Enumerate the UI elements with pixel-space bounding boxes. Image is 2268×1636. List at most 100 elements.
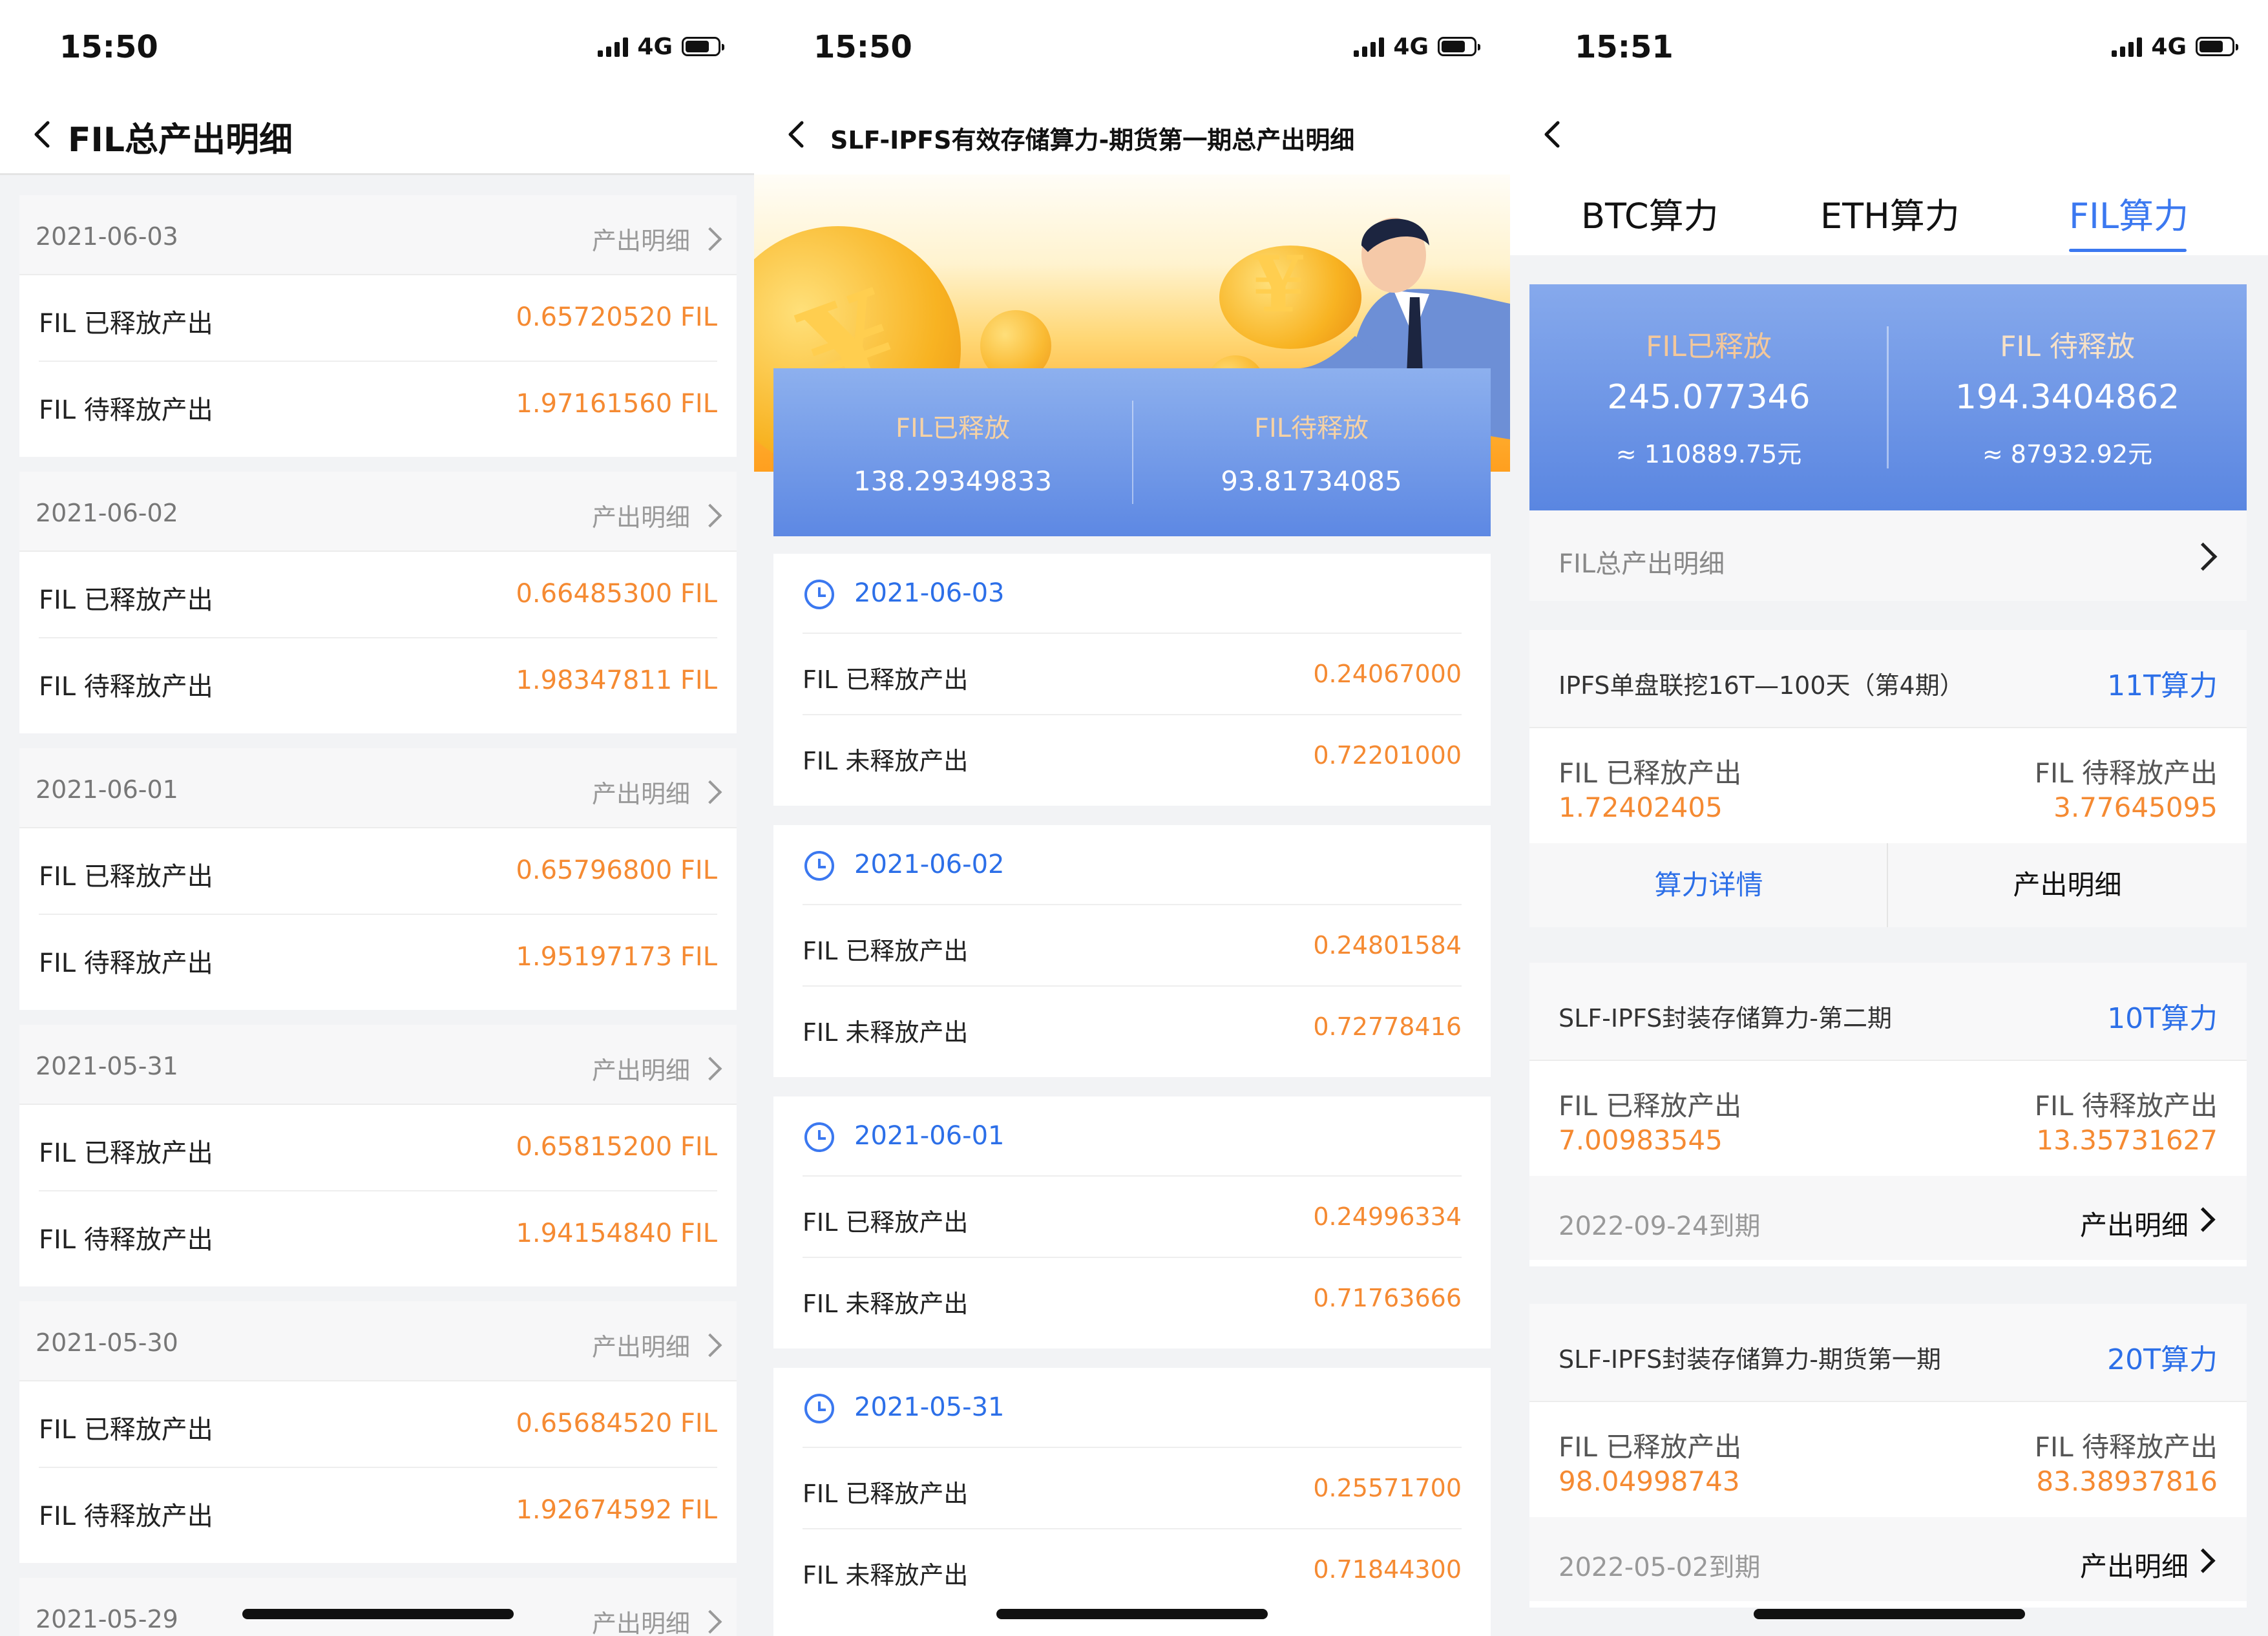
tab-bar: BTC算力 ETH算力 FIL算力 (1510, 174, 2268, 255)
output-detail-link[interactable]: 产出明细 (592, 1051, 722, 1086)
day-card: 2021-05-29 产出明细 (19, 1578, 737, 1636)
output-detail-link[interactable]: 产出明细 (591, 1327, 722, 1363)
fil-released-col: FIL已释放 245.077346 ≈ 110889.75元 (1529, 284, 1888, 510)
released-label: FIL 已释放产出 (39, 862, 213, 892)
released-label: FIL 已释放产出 (803, 1480, 969, 1508)
fil-total-output-label: FIL总产出明细 (1559, 549, 1725, 579)
pending-row: FIL 待释放产出 1.95197173 FIL (39, 914, 717, 1000)
day-header[interactable]: 2021-05-30 产出明细 (19, 1301, 737, 1381)
released-value: 0.65796800 FIL (516, 855, 717, 885)
status-icons: 4G (2112, 33, 2238, 60)
released-value: 7.00983545 (1559, 1124, 1723, 1156)
home-indicator[interactable] (242, 1609, 514, 1619)
output-detail-link[interactable]: 产出明细 (591, 1604, 722, 1636)
chevron-right-icon (2189, 542, 2218, 571)
product-power: 10T算力 (2107, 1002, 2218, 1035)
summary-released: FIL已释放 138.29349833 (773, 368, 1132, 536)
status-bar: 15:51 4G (1510, 0, 2268, 97)
fil-summary-card: FIL已释放 245.077346 ≈ 110889.75元 FIL 待释放 1… (1529, 284, 2247, 510)
day-header[interactable]: 2021-06-03 产出明细 (19, 195, 737, 275)
released-value: 0.66485300 FIL (516, 579, 717, 609)
chevron-right-icon (698, 1333, 722, 1357)
status-icons: 4G (1354, 34, 1480, 60)
chevron-right-icon (698, 780, 722, 804)
page-title: FIL总产出明细 (68, 121, 293, 160)
battery-icon (1438, 37, 1480, 56)
released-value: 0.65720520 FIL (516, 302, 717, 332)
chevron-right-icon (2190, 1207, 2216, 1232)
day-card: 2021-06-02 产出明细 FIL 已释放产出 0.66485300 FIL… (19, 472, 737, 733)
released-label: FIL 已释放产出 (39, 1138, 213, 1168)
day-card: 2021-06-01 产出明细 FIL 已释放产出 0.65796800 FIL… (19, 748, 737, 1010)
day-header: 2021-06-02 (773, 825, 1491, 903)
day-date: 2021-05-30 (36, 1328, 178, 1357)
pending-row: FIL 待释放产出 1.94154840 FIL (39, 1190, 717, 1277)
pending-value: 83.38937816 (2036, 1465, 2218, 1497)
released-value: 0.24996334 (1313, 1202, 1462, 1231)
back-arrow-icon[interactable] (1533, 115, 1572, 154)
pending-label: FIL 未释放产出 (803, 1018, 969, 1047)
day-date: 2021-06-02 (36, 499, 178, 527)
product-power: 20T算力 (2107, 1343, 2218, 1376)
output-details-button[interactable]: 产出明细 (1887, 843, 2247, 927)
battery-icon (2196, 37, 2238, 56)
day-date: 2021-06-01 (854, 1121, 1005, 1151)
home-indicator[interactable] (1754, 1609, 2025, 1619)
day-card: 2021-06-02 FIL 已释放产出 0.24801584 FIL 未释放产… (773, 825, 1491, 1077)
released-label: FIL 已释放产出 (1559, 1090, 1742, 1122)
screen-fil-total-output: 15:50 4G FIL总产出明细 2021-06-03 产出明细 FIL 已释… (0, 0, 754, 1636)
output-detail-link[interactable]: 产出明细 (592, 221, 722, 257)
fil-released-value: 245.077346 (1607, 378, 1811, 417)
released-value: 0.24801584 (1313, 931, 1462, 960)
day-date: 2021-05-31 (36, 1052, 178, 1080)
pending-label: FIL 待释放产出 (39, 1225, 213, 1255)
day-card: 2021-05-31 产出明细 FIL 已释放产出 0.65815200 FIL… (19, 1025, 737, 1286)
output-detail-label: 产出明细 (591, 780, 690, 808)
back-arrow-icon[interactable] (777, 115, 816, 154)
day-header[interactable]: 2021-06-01 产出明细 (19, 748, 737, 828)
released-row: FIL 已释放产出 0.24996334 (803, 1175, 1462, 1257)
pending-value: 1.98347811 FIL (516, 666, 717, 695)
tab-btc[interactable]: BTC算力 (1581, 187, 1719, 238)
chevron-right-icon (698, 1610, 722, 1633)
released-value: 0.25571700 (1313, 1474, 1462, 1502)
tab-fil[interactable]: FIL算力 (2069, 187, 2189, 238)
home-indicator[interactable] (996, 1609, 1268, 1619)
released-label: FIL 已释放产出 (39, 309, 213, 339)
screen-product-output: 15:50 4G SLF-IPFS有效存储算力-期货第一期总产出明细 ¥ ¥ F… (754, 0, 1510, 1636)
product-output: FIL 已释放产出 1.72402405 FIL 待释放产出 3.7764509… (1529, 727, 2247, 844)
released-label: FIL 已释放产出 (803, 666, 969, 694)
pending-label: FIL 未释放产出 (803, 1290, 969, 1318)
product-footer[interactable]: 2022-09-24到期 产出明细 (1529, 1176, 2247, 1260)
output-detail-link[interactable]: 产出明细 (591, 498, 722, 533)
day-header[interactable]: 2021-05-31 产出明细 (19, 1025, 737, 1105)
tab-eth[interactable]: ETH算力 (1820, 187, 1960, 238)
page-title: SLF-IPFS有效存储算力-期货第一期总产出明细 (830, 126, 1355, 154)
output-detail-label: 产出明细 (591, 1610, 690, 1636)
status-icons: 4G (598, 34, 724, 60)
day-header[interactable]: 2021-06-02 产出明细 (19, 472, 737, 552)
output-detail-label: 产出明细 (591, 1333, 690, 1361)
output-details-link[interactable]: 产出明细 (2080, 1204, 2189, 1243)
power-details-button[interactable]: 算力详情 (1529, 843, 1888, 927)
back-arrow-icon[interactable] (23, 115, 62, 154)
product-name: SLF-IPFS封装存储算力-第二期 (1559, 1004, 1893, 1033)
day-header[interactable]: 2021-05-29 产出明细 (19, 1578, 737, 1636)
chevron-right-icon (698, 1056, 722, 1080)
pending-value: 0.72201000 (1313, 741, 1462, 770)
product-header: SLF-IPFS封装存储算力-期货第一期 20T算力 (1529, 1304, 2247, 1402)
product-output: FIL 已释放产出 7.00983545 FIL 待释放产出 13.357316… (1529, 1060, 2247, 1177)
output-detail-label: 产出明细 (591, 503, 690, 532)
day-card: 2021-05-31 FIL 已释放产出 0.25571700 FIL 未释放产… (773, 1368, 1491, 1636)
pending-row: FIL 未释放产出 0.72201000 (803, 714, 1462, 796)
clock-icon (804, 851, 834, 881)
output-detail-link[interactable]: 产出明细 (591, 774, 722, 810)
network-label: 4G (2151, 33, 2187, 60)
output-details-link[interactable]: 产出明细 (2080, 1545, 2189, 1584)
fil-total-output-link[interactable]: FIL总产出明细 (1529, 510, 2247, 601)
product-footer[interactable]: 2022-05-02到期 产出明细 (1529, 1517, 2247, 1601)
pending-value: 1.92674592 FIL (516, 1495, 717, 1525)
clock-icon (804, 1394, 834, 1423)
product-name: IPFS单盘联挖16T—100天（第4期） (1559, 671, 1964, 700)
released-row: FIL 已释放产出 0.65684520 FIL (39, 1380, 717, 1468)
